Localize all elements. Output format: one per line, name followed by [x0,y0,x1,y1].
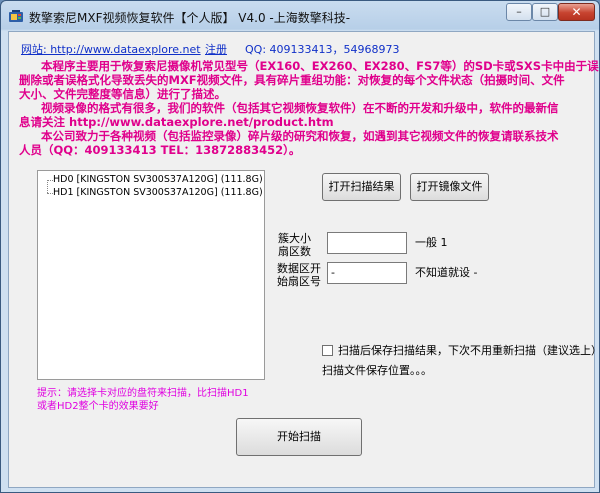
hint-line: 提示：请选择卡对应的盘符来扫描，比扫描HD1 [37,388,249,399]
main-window: 数擎索尼MXF视频恢复软件【个人版】 V4.0 -上海数擎科技- – □ ✕ 网… [0,0,600,493]
disk-model: [KINGSTON SV300S37A120G] [76,174,218,185]
open-image-file-button[interactable]: 打开镜像文件 [410,173,489,201]
window-title: 数擎索尼MXF视频恢复软件【个人版】 V4.0 -上海数擎科技- [29,11,351,25]
tree-connector [47,180,48,193]
maximize-icon: □ [539,5,551,18]
maximize-button[interactable]: □ [532,3,558,21]
website-link[interactable]: 网站: http://www.dataexplore.net [21,41,201,57]
client-area: 网站: http://www.dataexplore.net 注册 QQ: 40… [8,31,599,488]
disk-id: HD1 [53,187,74,198]
register-link[interactable]: 注册 [205,41,227,57]
save-scan-checkbox[interactable] [322,345,333,356]
disk-item-hd1[interactable]: HD1 [KINGSTON SV300S37A120G] (111.8G) [53,187,263,198]
hint-text: 提示：请选择卡对应的盘符来扫描，比扫描HD1 或者HD2整个卡的效果要好 [37,387,249,413]
data-start-input[interactable]: - [327,262,407,284]
hint-line: 或者HD2整个卡的效果要好 [37,401,159,412]
disk-id: HD0 [53,174,74,185]
disk-size: (111.8G) [220,187,263,198]
close-icon: ✕ [571,5,582,19]
title-bar[interactable]: 数擎索尼MXF视频恢复软件【个人版】 V4.0 -上海数擎科技- – □ ✕ [1,1,599,31]
disk-size: (111.8G) [220,174,263,185]
minimize-button[interactable]: – [506,3,532,21]
cluster-size-label: 簇大小 扇区数 [278,232,311,258]
cluster-size-note: 一般 1 [415,236,448,249]
save-scan-label[interactable]: 扫描后保存扫描结果，下次不用重新扫描（建议选上） [338,344,599,357]
close-button[interactable]: ✕ [558,3,595,21]
data-start-note: 不知道就设 - [415,266,478,279]
cluster-size-input[interactable] [327,232,407,254]
start-scan-button[interactable]: 开始扫描 [236,418,362,456]
description-line: 人员（QQ：409133413 TEL：13872883452）。 [19,143,301,157]
qq-contact: QQ: 409133413，54968973 [245,43,400,56]
disk-model: [KINGSTON SV300S37A120G] [76,187,218,198]
save-location-label[interactable]: 扫描文件保存位置。。。 [322,364,432,377]
open-scan-result-button[interactable]: 打开扫描结果 [322,173,401,201]
minimize-icon: – [516,5,522,18]
app-icon [9,10,23,22]
data-start-label: 数据区开 始扇区号 [277,262,321,288]
disk-item-hd0[interactable]: HD0 [KINGSTON SV300S37A120G] (111.8G) [53,174,263,185]
disk-tree[interactable]: HD0 [KINGSTON SV300S37A120G] (111.8G) HD… [37,170,265,380]
